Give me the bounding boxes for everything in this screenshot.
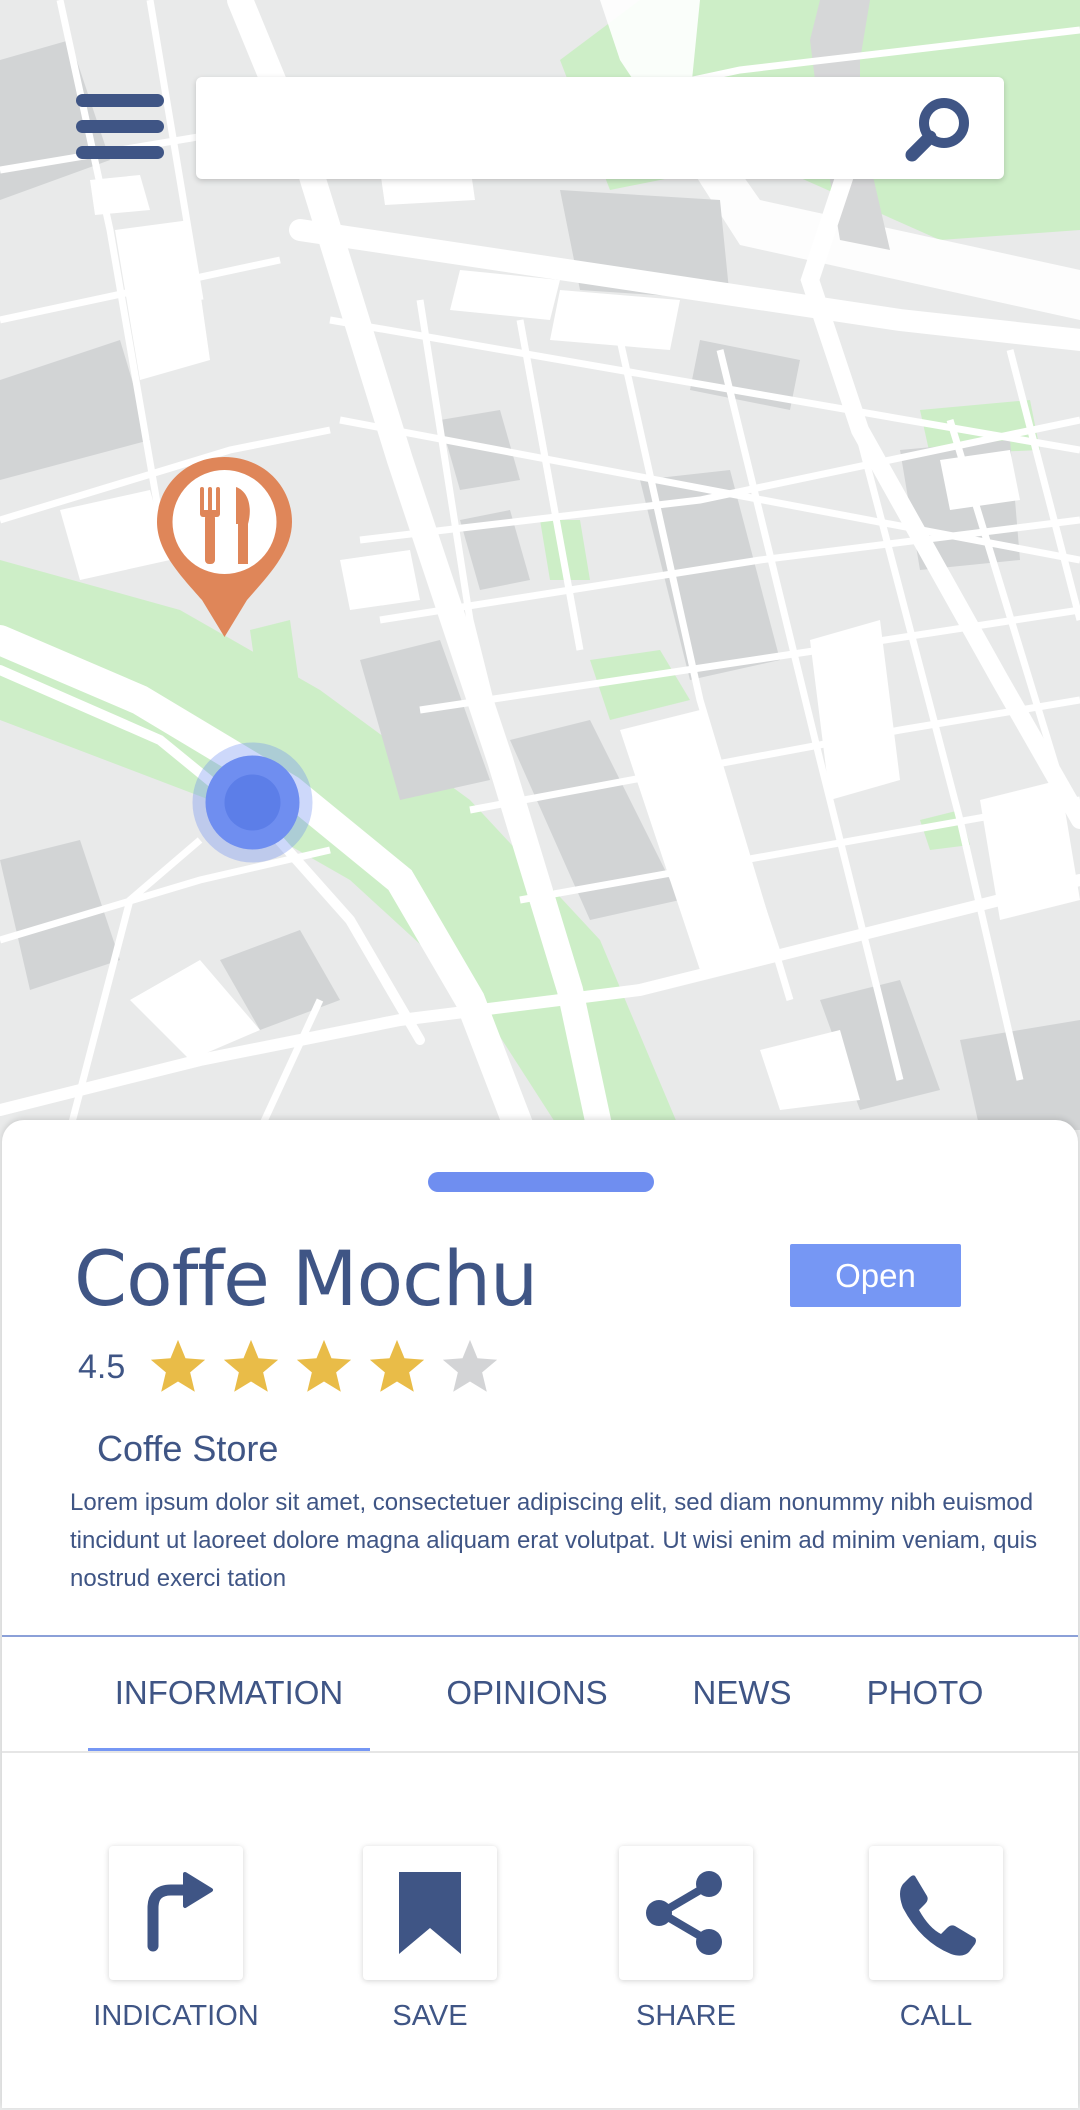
search-input[interactable] [220,103,864,155]
tab-opinions[interactable]: OPINIONS [432,1637,622,1749]
indication-tile[interactable] [109,1846,243,1980]
call-tile[interactable] [869,1846,1003,1980]
tab-photo[interactable]: PHOTO [850,1637,1000,1749]
hamburger-line [76,146,164,159]
star-icon [224,1339,279,1392]
bookmark-icon [399,1872,461,1954]
rating-value: 4.5 [78,1347,126,1386]
tab-news[interactable]: NEWS [672,1637,812,1749]
save-button[interactable]: SAVE [320,1820,540,2050]
action-row: INDICATION SAVE SHARE CALL [2,1820,1078,2080]
menu-button[interactable] [68,86,168,168]
save-label: SAVE [392,2000,468,2032]
tab-bar: INFORMATION OPINIONS NEWS PHOTO [2,1637,1078,1749]
call-label: CALL [899,2000,973,2032]
star-empty-icon [443,1339,498,1392]
call-button[interactable]: CALL [826,1820,1046,2050]
map-app-screen: Coffe Mochu Open 4.5 Coffe Store Lorem i… [0,0,1080,2110]
current-location-dot[interactable] [190,740,315,865]
star-icon [151,1339,206,1392]
indication-label: INDICATION [93,2000,259,2032]
drag-handle[interactable] [428,1172,654,1192]
indication-button[interactable]: INDICATION [66,1820,286,2050]
share-label: SHARE [636,2000,736,2032]
hamburger-line [76,94,164,107]
search-bar [196,77,1004,179]
restaurant-marker[interactable] [152,452,297,642]
place-details-sheet: Coffe Mochu Open 4.5 Coffe Store Lorem i… [2,1120,1078,2108]
rating: 4.5 [78,1332,512,1402]
phone-icon [900,1875,976,1956]
place-description: Lorem ipsum dolor sit amet, consectetuer… [70,1489,1038,1592]
share-button[interactable]: SHARE [576,1820,796,2050]
share-tile[interactable] [619,1846,753,1980]
star-icon [370,1339,425,1392]
save-tile[interactable] [363,1846,497,1980]
share-icon [646,1871,722,1955]
divider [2,1751,1078,1753]
tab-information[interactable]: INFORMATION [88,1637,370,1749]
map-view[interactable] [0,0,1080,1130]
search-icon[interactable] [900,91,976,167]
star-icon [297,1339,352,1392]
status-badge: Open [790,1244,961,1307]
hamburger-line [76,120,164,133]
location-dot-icon [192,742,313,863]
restaurant-icon [157,457,292,637]
turn-right-arrow-icon [147,1872,213,1952]
place-category: Coffe Store [97,1428,279,1469]
place-title: Coffe Mochu [74,1234,538,1323]
